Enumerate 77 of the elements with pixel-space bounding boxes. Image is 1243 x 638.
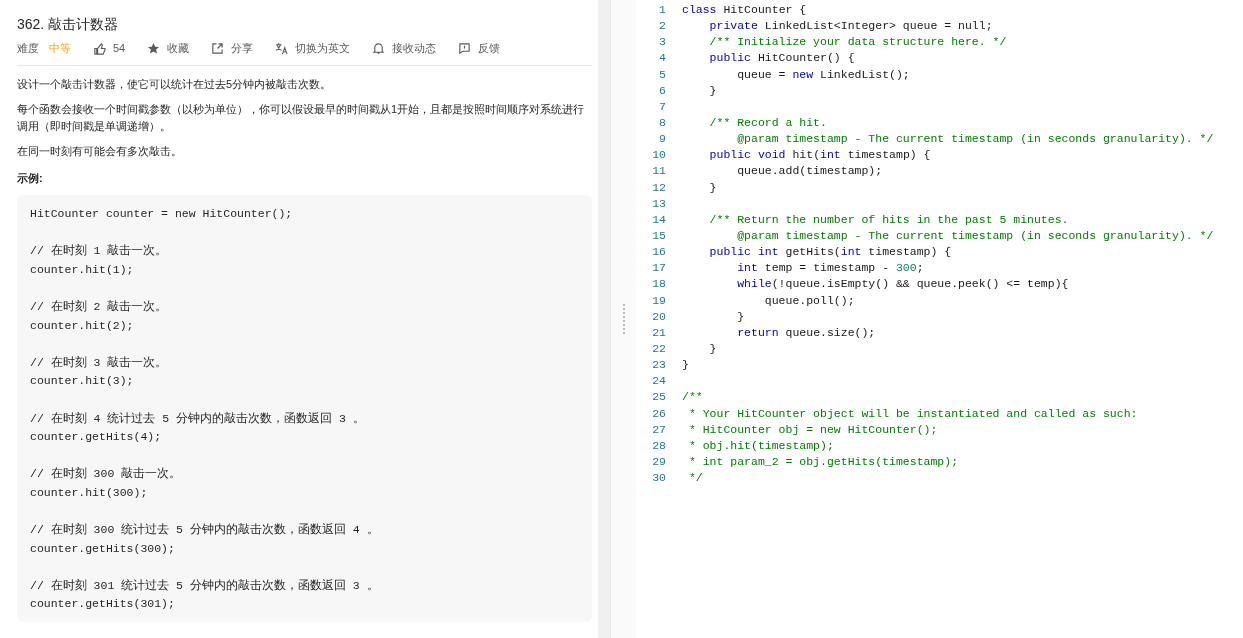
code-line: */: [687, 470, 703, 487]
code-line: class HitCounter {: [682, 2, 807, 18]
line-number: 3: [658, 34, 666, 51]
description-paragraph: 在同一时刻有可能会有多次敲击。: [17, 143, 183, 159]
description-paragraph: 设计一个敲击计数器，使它可以统计在过去5分钟内被敲击次数。: [17, 76, 333, 92]
code-line: while(!queue.isEmpty() && queue.peek() <= temp){: [736, 276, 1069, 293]
problem-title: 362. 敲击计数器: [17, 15, 120, 34]
line-number: 30: [651, 470, 666, 487]
star-icon: [147, 41, 161, 55]
line-number: 4: [658, 50, 666, 67]
difficulty-label: 难度: [17, 41, 39, 56]
line-number: 26: [651, 405, 666, 422]
code-line: private LinkedList<Integer> queue = null;: [708, 18, 993, 35]
bell-icon: [372, 41, 386, 55]
line-number: 27: [651, 421, 666, 438]
feedback-icon: [458, 41, 472, 55]
line-number: 16: [651, 244, 666, 261]
code-line: @param timestamp - The current timestamp (in seconds granularity). */: [736, 227, 1214, 244]
code-line: }: [708, 82, 717, 99]
code-line: * Your HitCounter object will be instantiated and called as such:: [687, 405, 1138, 422]
thumbs-up-icon: [93, 41, 106, 55]
code-line: public HitCounter() {: [708, 50, 855, 67]
line-number: 21: [651, 324, 666, 341]
line-number: 5: [658, 66, 666, 83]
line-number: 13: [651, 195, 666, 212]
code-line: public int getHits(int timestamp) {: [708, 244, 952, 261]
code-line: /**: [682, 389, 703, 406]
line-number: 8: [658, 115, 666, 131]
code-line: /** Record a hit.: [708, 115, 827, 131]
example-code: HitCounter counter = new HitCounter(); // 在时刻 1 敲击一次。 counter.hit(1); // 在时刻 2 敲击一次。 counter.hit(2); // 在时刻 3 敲击一次。 counter.hit(3); // 在时刻 4 统计过去 5 分钟内的敲击次数，函数返回 3 。 counter.getHits(4); // 在时刻 300 敲击一次。 counter.hit(300); // 在时刻 300 统计过去 5 分钟内的敲击次数，函数返回 4 。 counter.getHits(300); // 在时刻 301 统计过去 5 分钟内的敲击次数，函数返回 3 。 counter.getHits(301);: [17, 195, 592, 623]
line-number: 7: [658, 98, 666, 115]
translate-button[interactable]: 切换为英文: [275, 40, 351, 57]
line-number: 25: [651, 389, 666, 406]
line-number: 10: [651, 147, 666, 164]
code-line: * HitCounter obj = new HitCounter();: [687, 421, 938, 438]
line-number: 2: [658, 18, 666, 35]
code-line: /** Return the number of hits in the past 5 minutes.: [708, 211, 1069, 228]
line-number: 9: [658, 131, 666, 148]
code-line: queue.poll();: [763, 292, 855, 309]
like-button[interactable]: 54: [93, 40, 126, 57]
line-number: 11: [651, 163, 666, 180]
line-number: 14: [651, 211, 666, 228]
line-number: 20: [651, 308, 666, 325]
code-line: }: [708, 179, 717, 196]
line-number: 12: [651, 179, 666, 196]
line-number: 22: [651, 340, 666, 357]
code-line: }: [708, 340, 717, 357]
line-number: 29: [651, 453, 666, 470]
code-line: queue.add(timestamp);: [736, 163, 883, 180]
share-button[interactable]: 分享: [211, 40, 254, 57]
feedback-button[interactable]: 反馈: [458, 40, 501, 57]
share-icon: [211, 41, 225, 55]
code-line: queue = new LinkedList();: [736, 66, 910, 83]
line-number: 17: [651, 260, 666, 277]
line-number: 6: [658, 82, 666, 99]
line-number: 15: [651, 227, 666, 244]
favorite-button[interactable]: 收藏: [147, 40, 190, 57]
code-line: /** Initialize your data structure here. */: [708, 34, 1007, 51]
difficulty-value: 中等: [49, 41, 71, 56]
code-line: }: [736, 308, 745, 325]
line-number: 24: [651, 373, 666, 390]
code-line: public void hit(int timestamp) {: [708, 147, 931, 164]
line-number: 28: [651, 437, 666, 454]
translate-icon: [275, 41, 289, 55]
line-number: 19: [651, 292, 666, 309]
line-number: 23: [651, 357, 666, 374]
code-line: * int param_2 = obj.getHits(timestamp);: [687, 453, 959, 470]
description-paragraph: 每个函数会接收一个时间戳参数（以秒为单位），你可以假设最早的时间戳从1开始，且都是按照时间顺序对系统进行调用（即时间戳是单调递增）。: [17, 101, 586, 134]
line-number: 1: [658, 2, 666, 18]
code-line: int temp = timestamp - 300;: [736, 260, 924, 277]
code-line: }: [682, 357, 689, 374]
subscribe-button[interactable]: 接收动态: [372, 40, 437, 57]
line-number: 18: [651, 276, 666, 293]
example-heading: 示例:: [17, 170, 44, 186]
code-line: @param timestamp - The current timestamp (in seconds granularity). */: [736, 131, 1214, 148]
code-line: * obj.hit(timestamp);: [687, 437, 834, 454]
code-line: return queue.size();: [736, 324, 876, 341]
